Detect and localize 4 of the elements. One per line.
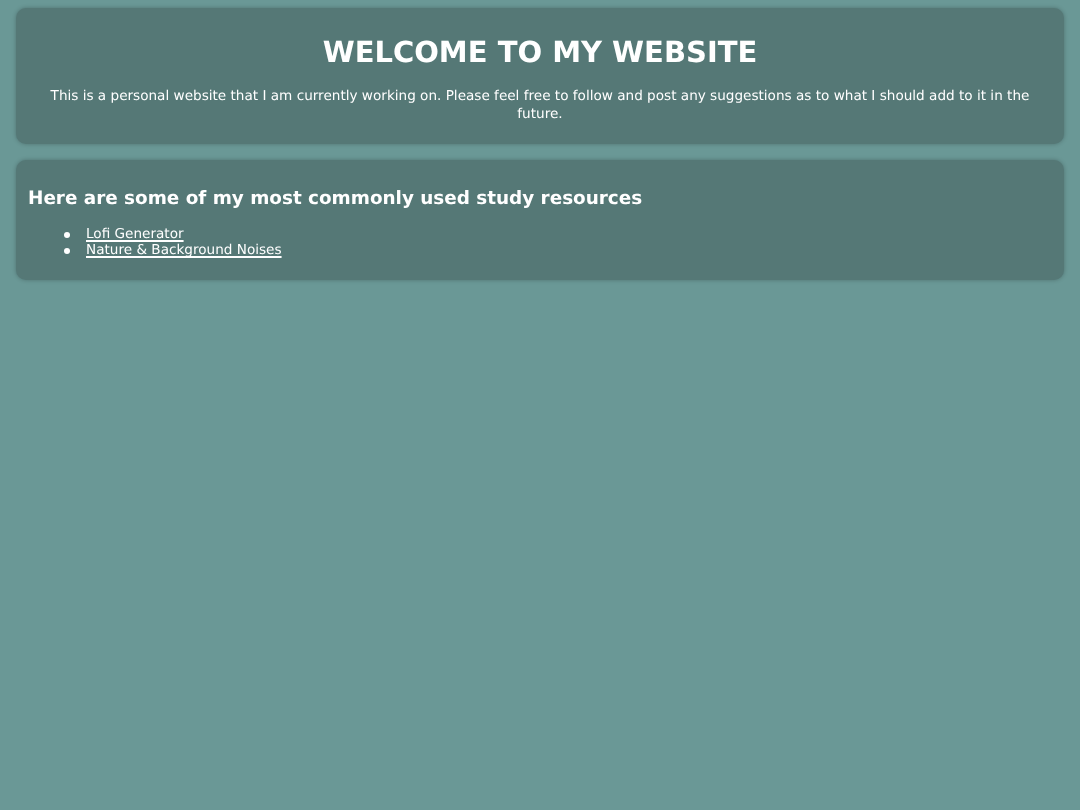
page-title: WELCOME TO MY WEBSITE <box>320 38 760 73</box>
section-heading: Here are some of my most commonly used study resources <box>28 188 645 211</box>
bullet-icon <box>64 247 70 254</box>
bullet-icon <box>64 231 70 238</box>
